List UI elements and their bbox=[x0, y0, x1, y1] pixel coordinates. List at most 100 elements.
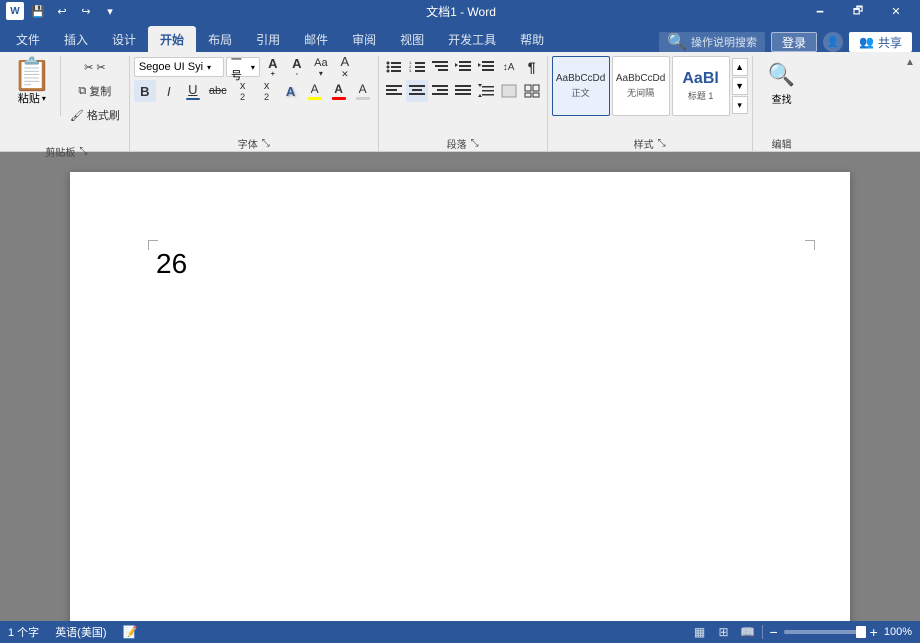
share-button[interactable]: 👥 共享 bbox=[849, 32, 912, 52]
undo-qat-button[interactable]: ↩ bbox=[52, 1, 72, 21]
para-row1: 1. 2. 3. bbox=[383, 56, 543, 78]
underline-button[interactable]: U bbox=[182, 80, 204, 102]
view-print-button[interactable]: ▦ bbox=[690, 623, 708, 641]
font-color-button[interactable]: A bbox=[328, 80, 350, 102]
tab-view[interactable]: 视图 bbox=[388, 26, 436, 52]
tab-insert[interactable]: 插入 bbox=[52, 26, 100, 52]
shrink-font-button[interactable]: A- bbox=[286, 56, 308, 78]
change-case-button[interactable]: Aa▾ bbox=[310, 56, 332, 78]
paragraph-content: 1. 2. 3. bbox=[383, 56, 543, 135]
find-button[interactable]: 🔍 查找 bbox=[757, 56, 807, 111]
format-painter-button[interactable]: 🖌 格式刷 bbox=[65, 104, 125, 126]
increase-indent-button[interactable] bbox=[475, 56, 497, 78]
ribbon: ▲ 📋 粘贴 ▾ ✂ ✂ ⧉ 复制 bbox=[0, 52, 920, 152]
bullets-icon bbox=[386, 60, 402, 74]
clipboard-expand-icon[interactable]: ⤡ bbox=[79, 146, 87, 157]
style-normal[interactable]: AaBbCcDd 正文 bbox=[552, 56, 610, 116]
document-area[interactable]: 26 bbox=[0, 152, 920, 621]
clear-formatting-button[interactable]: A✕ bbox=[334, 56, 356, 78]
tab-mailings[interactable]: 邮件 bbox=[292, 26, 340, 52]
zoom-slider[interactable] bbox=[784, 630, 864, 634]
clipboard-footer: 剪贴板 ⤡ bbox=[8, 144, 125, 159]
style-scroll-down[interactable]: ▼ bbox=[732, 77, 748, 95]
document-page[interactable]: 26 bbox=[70, 172, 850, 621]
borders-button[interactable] bbox=[521, 80, 543, 102]
tab-design[interactable]: 设计 bbox=[100, 26, 148, 52]
text-effects-button[interactable]: A bbox=[280, 80, 302, 102]
subscript-button[interactable]: x2 bbox=[232, 80, 254, 102]
style-no-spacing[interactable]: AaBbCcDd 无间隔 bbox=[612, 56, 670, 116]
tab-developer[interactable]: 开发工具 bbox=[436, 26, 508, 52]
font-size-arrow: ▾ bbox=[251, 63, 255, 72]
track-changes-icon[interactable]: 📝 bbox=[123, 625, 138, 639]
view-read-button[interactable]: 📖 bbox=[738, 623, 756, 641]
paragraph-expand-icon[interactable]: ⤡ bbox=[471, 138, 479, 149]
style-more-button[interactable]: ▾ bbox=[732, 96, 748, 114]
ribbon-collapse-button[interactable]: ▲ bbox=[902, 54, 918, 70]
word-count: 1 个字 bbox=[8, 624, 39, 640]
save-qat-button[interactable]: 💾 bbox=[28, 1, 48, 21]
restore-button[interactable]: 🗗 bbox=[840, 0, 876, 22]
login-button[interactable]: 登录 bbox=[771, 32, 817, 52]
multilevel-icon bbox=[432, 60, 448, 74]
copy-button[interactable]: ⧉ 复制 bbox=[65, 80, 125, 102]
superscript-button[interactable]: x2 bbox=[256, 80, 278, 102]
char-shading-button[interactable]: A bbox=[352, 80, 374, 102]
font-name-arrow: ▾ bbox=[207, 63, 211, 72]
italic-button[interactable]: I bbox=[158, 80, 180, 102]
decrease-indent-button[interactable] bbox=[452, 56, 474, 78]
document-title: 文档1 - Word bbox=[120, 3, 802, 20]
justify-button[interactable] bbox=[452, 80, 474, 102]
font-size-selector[interactable]: 一号 ▾ bbox=[226, 57, 260, 77]
document-content[interactable]: 26 bbox=[156, 248, 189, 280]
clipboard-content: 📋 粘贴 ▾ ✂ ✂ ⧉ 复制 🖌 格式刷 bbox=[8, 56, 125, 144]
show-formatting-button[interactable]: ¶ bbox=[521, 56, 543, 78]
account-icon[interactable]: 👤 bbox=[823, 32, 843, 52]
zoom-out-button[interactable]: − bbox=[769, 624, 777, 640]
tab-file[interactable]: 文件 bbox=[4, 26, 52, 52]
cut-button[interactable]: ✂ ✂ bbox=[65, 56, 125, 78]
bullets-button[interactable] bbox=[383, 56, 405, 78]
format-painter-icon: 🖌 bbox=[70, 109, 84, 122]
shading-button[interactable] bbox=[498, 80, 520, 102]
search-box[interactable]: 🔍 操作说明搜索 bbox=[659, 32, 765, 52]
style-heading1[interactable]: AaBl 标题 1 bbox=[672, 56, 730, 116]
share-label: 共享 bbox=[878, 34, 902, 51]
font-size-value: 一号 bbox=[231, 51, 251, 83]
minimize-button[interactable]: 🗕 bbox=[802, 0, 838, 22]
tab-review[interactable]: 审阅 bbox=[340, 26, 388, 52]
grow-font-button[interactable]: A+ bbox=[262, 56, 284, 78]
view-web-button[interactable]: ⊞ bbox=[714, 623, 732, 641]
style-scroll-up[interactable]: ▲ bbox=[732, 58, 748, 76]
svg-text:3.: 3. bbox=[409, 68, 412, 73]
styles-expand-icon[interactable]: ⤡ bbox=[658, 138, 666, 149]
align-right-button[interactable] bbox=[429, 80, 451, 102]
zoom-in-button[interactable]: + bbox=[870, 624, 878, 640]
font-expand-icon[interactable]: ⤡ bbox=[262, 138, 270, 149]
tab-home[interactable]: 开始 bbox=[148, 26, 196, 52]
tab-references[interactable]: 引用 bbox=[244, 26, 292, 52]
redo-qat-button[interactable]: ↪ bbox=[76, 1, 96, 21]
multilevel-button[interactable] bbox=[429, 56, 451, 78]
close-button[interactable]: ✕ bbox=[878, 0, 914, 22]
align-center-button[interactable] bbox=[406, 80, 428, 102]
paragraph-footer: 段落 ⤡ bbox=[383, 135, 543, 151]
strikethrough-button[interactable]: abc bbox=[206, 80, 230, 102]
status-bar: 1 个字 英语(美国) 📝 ▦ ⊞ 📖 − + 100% bbox=[0, 621, 920, 643]
tab-help[interactable]: 帮助 bbox=[508, 26, 556, 52]
paste-button[interactable]: 📋 粘贴 ▾ bbox=[8, 56, 56, 108]
style-heading1-label: 标题 1 bbox=[688, 89, 714, 102]
font-name-selector[interactable]: Segoe UI Syi ▾ bbox=[134, 57, 224, 77]
bold-button[interactable]: B bbox=[134, 80, 156, 102]
align-left-button[interactable] bbox=[383, 80, 405, 102]
customize-qat-button[interactable]: ▾ bbox=[100, 1, 120, 21]
text-highlight-button[interactable]: A bbox=[304, 80, 326, 102]
line-spacing-button[interactable] bbox=[475, 80, 497, 102]
ribbon-tabs: 文件 插入 设计 开始 布局 引用 邮件 审阅 视图 开发工具 帮助 🔍 操作说… bbox=[0, 22, 920, 52]
styles-footer: 样式 ⤡ bbox=[552, 135, 748, 151]
sort-button[interactable]: ↕A bbox=[498, 56, 520, 78]
clipboard-divider bbox=[60, 56, 61, 116]
word-icon: W bbox=[6, 2, 24, 20]
tab-layout[interactable]: 布局 bbox=[196, 26, 244, 52]
numbering-button[interactable]: 1. 2. 3. bbox=[406, 56, 428, 78]
